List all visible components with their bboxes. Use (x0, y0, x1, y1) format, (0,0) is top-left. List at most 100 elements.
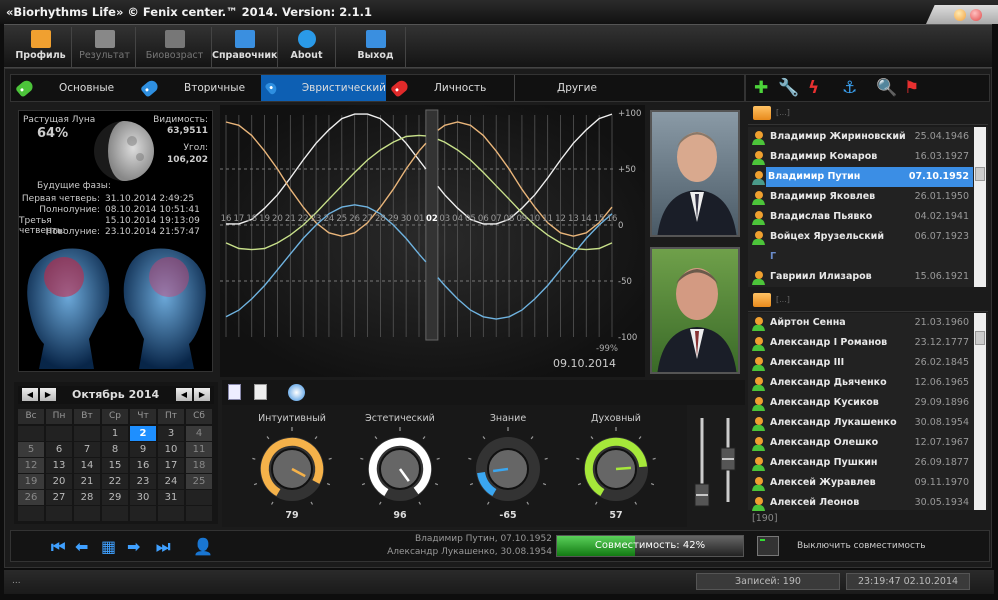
list1-folder-row[interactable]: [...] (748, 103, 988, 125)
calendar-day[interactable]: 12 (18, 458, 44, 473)
knob-3[interactable] (576, 427, 656, 509)
report-chart-icon[interactable] (228, 384, 241, 400)
person-birthdate: 30.05.1934 (914, 497, 969, 508)
first-icon[interactable]: ⏮ (51, 537, 65, 557)
last-icon[interactable]: ⏭ (156, 537, 170, 557)
calendar-day[interactable]: 11 (186, 442, 212, 457)
person-icon[interactable]: 👤 (193, 537, 213, 556)
list-item[interactable]: Владимир Путин 07.10.1952 (748, 167, 973, 187)
calendar-day[interactable]: 4 (186, 426, 212, 441)
list-item[interactable]: Владимир Жириновский 25.04.1946 (748, 127, 973, 147)
calendar-day[interactable]: 9 (130, 442, 156, 457)
calendar-day[interactable]: 1 (102, 426, 128, 441)
calendar-day[interactable]: 5 (18, 442, 44, 457)
close-button[interactable] (970, 9, 982, 21)
clock-icon[interactable] (288, 384, 305, 401)
add-icon[interactable]: ✚ (754, 78, 768, 98)
calendar-day[interactable]: 2 (130, 426, 156, 441)
list-item[interactable]: Войцех Ярузельский 06.07.1923 (748, 227, 973, 247)
tag-icon (15, 78, 35, 98)
calendar-day[interactable]: 16 (130, 458, 156, 473)
wrench-icon[interactable]: 🔧 (778, 78, 799, 98)
tab-0[interactable]: Основные (11, 75, 136, 101)
toolbar-button-0[interactable]: Профиль (10, 27, 72, 67)
list-item[interactable]: Владислав Пьявко 04.02.1941 (748, 207, 973, 227)
scrollbar[interactable] (974, 313, 986, 510)
calendar-day[interactable]: 19 (18, 474, 44, 489)
tab-1[interactable]: Вторичные (136, 75, 261, 101)
list-item[interactable]: Александр Олешко 12.07.1967 (748, 433, 973, 453)
list-item[interactable]: Алексей Леонов 30.05.1934 (748, 493, 973, 513)
forward-arrow-icon[interactable]: ➡ (127, 537, 140, 556)
list-item[interactable]: Владимир Яковлев 26.01.1950 (748, 187, 973, 207)
next-month-button[interactable]: ▶ (40, 388, 56, 401)
prev-year-button[interactable]: ◀ (176, 388, 192, 401)
next-year-button[interactable]: ▶ (194, 388, 210, 401)
list-item[interactable]: Александр Кусиков 29.09.1896 (748, 393, 973, 413)
current-day-marker[interactable] (425, 109, 439, 341)
tab-2[interactable]: Эвристический (261, 75, 386, 101)
calendar-day[interactable]: 13 (46, 458, 72, 473)
calendar-day[interactable]: 31 (158, 490, 184, 505)
calendar-day[interactable]: 7 (74, 442, 100, 457)
knob-0[interactable] (252, 427, 332, 509)
calendar-day[interactable]: 30 (130, 490, 156, 505)
calendar-day[interactable]: 21 (74, 474, 100, 489)
list-item[interactable]: Александр Лукашенко 30.08.1954 (748, 413, 973, 433)
calendar-day[interactable]: 29 (102, 490, 128, 505)
compat-toggle[interactable] (757, 536, 779, 556)
knob-value: 79 (285, 510, 299, 521)
calendar-icon[interactable]: ▦ (101, 537, 116, 556)
calendar-day[interactable]: 27 (46, 490, 72, 505)
tab-4[interactable]: Другие (514, 75, 639, 101)
lightning-icon[interactable]: ϟ (808, 78, 819, 98)
list-item[interactable]: Владимир Комаров 16.03.1927 (748, 147, 973, 167)
list-item[interactable]: Гавриил Илизаров 15.06.1921 (748, 267, 973, 287)
list-item[interactable]: Александр III 26.02.1845 (748, 353, 973, 373)
scrollbar[interactable] (974, 127, 986, 287)
calendar-day[interactable]: 6 (46, 442, 72, 457)
x-tick-label: 17 (233, 214, 244, 224)
knob-2[interactable] (468, 427, 548, 509)
biorhythm-chart[interactable]: 16 17 18 19 20 21 22 23 24 25 26 27 28 29 30 01 02 03 04 05… (220, 105, 645, 377)
list-item[interactable]: Алексей Журавлев 09.11.1970 (748, 473, 973, 493)
calendar-day[interactable]: 23 (130, 474, 156, 489)
toolbar-button-2[interactable]: Биовозраст (138, 27, 212, 67)
calendar-day[interactable]: 26 (18, 490, 44, 505)
list-item[interactable]: Александр Дьяченко 12.06.1965 (748, 373, 973, 393)
calendar-day[interactable]: 10 (158, 442, 184, 457)
list2-folder-row[interactable]: [...] (748, 290, 988, 312)
toolbar-button-4[interactable]: About (278, 27, 336, 67)
user-icon (752, 357, 765, 371)
calendar-day[interactable]: 15 (102, 458, 128, 473)
list-item[interactable]: Александр Пушкин 26.09.1877 (748, 453, 973, 473)
document-icon[interactable] (254, 384, 267, 400)
calendar-day[interactable]: 3 (158, 426, 184, 441)
back-arrow-icon[interactable]: ⬅ (75, 537, 88, 556)
magnifier-icon[interactable]: 🔍 (876, 78, 897, 98)
scrollbar-thumb[interactable] (975, 331, 985, 345)
scrollbar-thumb[interactable] (975, 167, 985, 181)
calendar-day[interactable]: 28 (74, 490, 100, 505)
knob-1[interactable] (360, 427, 440, 509)
toolbar-button-1[interactable]: Результат (74, 27, 136, 67)
calendar-day[interactable]: 20 (46, 474, 72, 489)
minimize-button[interactable] (954, 9, 966, 21)
anchor-icon[interactable]: ⚓ (842, 78, 857, 98)
list-item[interactable]: Александр I Романов 23.12.1777 (748, 333, 973, 353)
prev-month-button[interactable]: ◀ (22, 388, 38, 401)
tab-3[interactable]: Личность (386, 75, 511, 101)
calendar-day[interactable]: 22 (102, 474, 128, 489)
calendar-day[interactable]: 18 (186, 458, 212, 473)
knob-pointer (615, 466, 632, 471)
toolbar-button-3[interactable]: Справочник (212, 27, 278, 67)
flag-icon[interactable]: ⚑ (904, 78, 919, 98)
calendar-day[interactable]: 17 (158, 458, 184, 473)
calendar-day[interactable]: 25 (186, 474, 212, 489)
calendar-day[interactable]: 8 (102, 442, 128, 457)
toolbar-button-5[interactable]: Выход (346, 27, 406, 67)
list-item[interactable]: Айртон Сенна 21.03.1960 (748, 313, 973, 333)
calendar-day[interactable]: 14 (74, 458, 100, 473)
calendar-day[interactable]: 24 (158, 474, 184, 489)
user-icon (752, 211, 765, 225)
